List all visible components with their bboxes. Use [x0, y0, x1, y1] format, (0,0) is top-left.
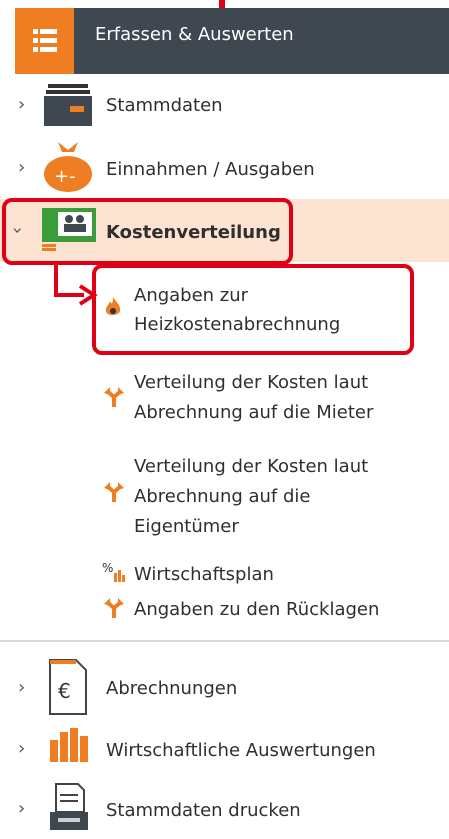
tree-item-einnahmen[interactable]: Einnahmen / Ausgaben: [106, 159, 315, 180]
tree-item-auswertungen[interactable]: Wirtschaftliche Auswertungen: [106, 740, 376, 761]
tree-item-wirtschaftsplan[interactable]: Wirtschaftsplan: [134, 564, 274, 585]
tree-item-heizkosten-line1[interactable]: Angaben zur: [134, 285, 248, 306]
menu-list-icon[interactable]: [15, 8, 74, 74]
printer-icon: [48, 782, 90, 832]
tree-item-ruecklagen[interactable]: Angaben zu den Rücklagen: [134, 599, 379, 620]
tree-item-drucken[interactable]: Stammdaten drucken: [106, 800, 301, 821]
header-title: Erfassen & Auswerten: [95, 24, 294, 45]
bar-chart-icon: [46, 726, 92, 764]
tree-item-eigentuemer-line3[interactable]: Eigentümer: [134, 516, 239, 537]
split-arrow-icon: [104, 387, 124, 407]
svg-text:%: %: [102, 561, 113, 575]
chevron-right-icon[interactable]: ›: [18, 677, 25, 698]
svg-text:€: €: [58, 679, 71, 703]
chevron-right-icon[interactable]: ›: [18, 94, 25, 115]
tree-item-eigentuemer-line2[interactable]: Abrechnung auf die: [134, 486, 311, 507]
split-arrow-icon: [104, 598, 124, 618]
archive-box-icon: [42, 82, 94, 128]
money-bag-icon: +-: [40, 138, 96, 194]
tree-item-eigentuemer-line1[interactable]: Verteilung der Kosten laut: [134, 456, 368, 477]
percent-chart-icon: %: [102, 561, 128, 583]
svg-text:+-: +-: [54, 166, 76, 187]
tree-item-abrechnungen[interactable]: Abrechnungen: [106, 678, 237, 699]
tree-item-mieter-line2[interactable]: Abrechnung auf die Mieter: [134, 402, 373, 423]
chevron-right-icon[interactable]: ›: [18, 157, 25, 178]
tree-item-stammdaten[interactable]: Stammdaten: [106, 95, 223, 116]
split-arrow-icon: [104, 482, 124, 502]
section-divider: [0, 640, 449, 642]
tree-item-mieter-line1[interactable]: Verteilung der Kosten laut: [134, 372, 368, 393]
flame-icon: [104, 296, 122, 318]
highlight-box-heizkosten: [92, 264, 414, 355]
tree-item-heizkosten-line2[interactable]: Heizkostenabrechnung: [134, 314, 340, 335]
euro-document-icon: €: [48, 658, 88, 716]
chevron-right-icon[interactable]: ›: [18, 798, 25, 819]
chevron-right-icon[interactable]: ›: [18, 738, 25, 759]
highlight-box-kostenverteilung: [2, 198, 293, 265]
